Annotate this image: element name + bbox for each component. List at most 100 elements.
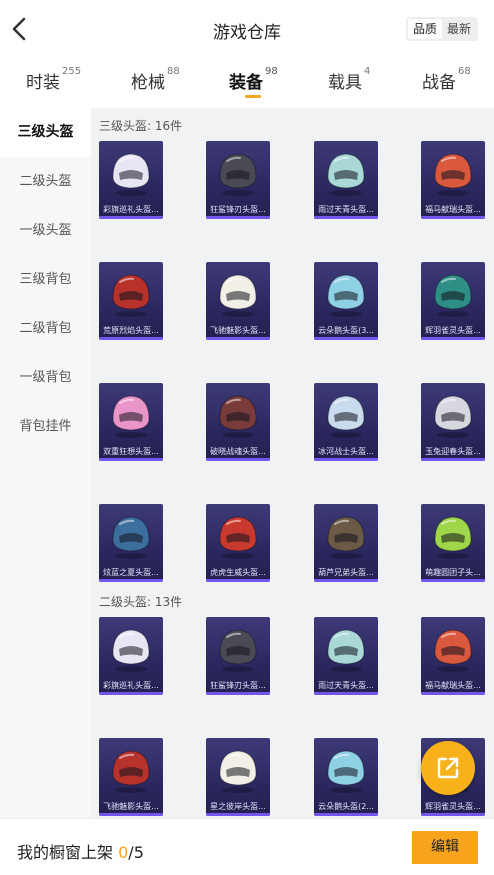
helmet-icon: [327, 395, 365, 438]
item-name: 冰河战士头盔...: [318, 447, 374, 456]
sidebar-item-backpack-charm[interactable]: 背包挂件: [0, 402, 91, 451]
tab-equipment[interactable]: 装备98: [229, 66, 278, 93]
item-card[interactable]: 福马献瑞头盔...: [421, 617, 485, 695]
helmet-icon: [219, 629, 257, 672]
sort-option-latest[interactable]: 最新: [442, 19, 476, 39]
item-card[interactable]: 飞驰魅影头盔...: [99, 738, 163, 816]
sidebar-item-level1-helmet[interactable]: 一级头盔: [0, 206, 91, 255]
item-name: 双重狂想头盔...: [103, 447, 159, 456]
item-card[interactable]: 雨过天青头盔...: [314, 141, 378, 219]
helmet-icon: [327, 274, 365, 317]
helmet-icon: [219, 395, 257, 438]
sidebar: 三级头盔 二级头盔 一级头盔 三级背包 二级背包 一级背包 背包挂件: [0, 108, 91, 818]
item-name: 飞驰魅影头盔...: [103, 802, 159, 811]
helmet-icon: [327, 750, 365, 793]
item-name: 雨过天青头盔...: [318, 205, 374, 214]
item-name: 狂鲨锋刃头盔...: [210, 681, 266, 690]
item-name: 萌趣圆团子头...: [425, 568, 481, 577]
item-card[interactable]: 云朵鹅头盔(2...: [314, 738, 378, 816]
shelf-label: 我的橱窗上架: [17, 843, 114, 862]
header: 游戏仓库 品质 最新: [0, 0, 494, 58]
active-tab-indicator: [245, 95, 261, 98]
item-grid: 三级头盔: 16件 彩旗巡礼头盔... 狂鲨锋刃头盔... 雨过天青头盔... 福马献…: [91, 108, 494, 818]
sidebar-item-level3-helmet[interactable]: 三级头盔: [0, 108, 91, 157]
item-card[interactable]: 萌趣圆团子头...: [421, 504, 485, 582]
share-external-icon: [437, 757, 459, 779]
tab-supplies[interactable]: 战备68: [422, 66, 471, 93]
helmet-icon: [434, 395, 472, 438]
item-card[interactable]: 狂鲨锋刃头盔...: [206, 617, 270, 695]
item-name: 狂鲨锋刃头盔...: [210, 205, 266, 214]
helmet-icon: [112, 153, 150, 196]
helmet-icon: [327, 153, 365, 196]
helmet-icon: [112, 516, 150, 559]
item-card[interactable]: 双重狂想头盔...: [99, 383, 163, 461]
item-card[interactable]: 云朵鹅头盔(3...: [314, 262, 378, 340]
helmet-icon: [112, 274, 150, 317]
item-card[interactable]: 冰河战士头盔...: [314, 383, 378, 461]
tab-weapons[interactable]: 枪械88: [131, 66, 180, 93]
shelf-total: /5: [128, 843, 144, 862]
item-name: 云朵鹅头盔(2...: [318, 802, 374, 811]
helmet-icon: [434, 274, 472, 317]
helmet-icon: [327, 629, 365, 672]
item-name: 彩旗巡礼头盔...: [103, 205, 159, 214]
item-card[interactable]: 炫蓝之夏头盔...: [99, 504, 163, 582]
helmet-icon: [219, 274, 257, 317]
item-name: 破晓战魂头盔...: [210, 447, 266, 456]
edit-button[interactable]: 编辑: [412, 831, 478, 864]
item-name: 雨过天青头盔...: [318, 681, 374, 690]
bottom-bar: 我的橱窗上架 0/5 编辑: [0, 818, 494, 875]
helmet-icon: [219, 750, 257, 793]
item-card[interactable]: 福马献瑞头盔...: [421, 141, 485, 219]
helmet-icon: [434, 153, 472, 196]
item-name: 虎虎生威头盔...: [210, 568, 266, 577]
tab-fashion[interactable]: 时装255: [26, 66, 81, 93]
item-card[interactable]: 荒原烈焰头盔...: [99, 262, 163, 340]
sidebar-item-level2-helmet[interactable]: 二级头盔: [0, 157, 91, 206]
sidebar-item-level2-backpack[interactable]: 二级背包: [0, 304, 91, 353]
helmet-icon: [434, 516, 472, 559]
item-card[interactable]: 狂鲨锋刃头盔...: [206, 141, 270, 219]
item-card[interactable]: 辉羽雀灵头盔...: [421, 262, 485, 340]
tab-vehicles[interactable]: 载具4: [328, 66, 370, 93]
item-name: 炫蓝之夏头盔...: [103, 568, 159, 577]
section-title-level2: 二级头盔: 13件: [99, 595, 183, 609]
category-tabs: 时装255 枪械88 装备98 载具4 战备68: [0, 58, 494, 108]
helmet-icon: [112, 629, 150, 672]
sort-toggle: 品质 最新: [405, 17, 478, 41]
item-name: 云朵鹅头盔(3...: [318, 326, 374, 335]
helmet-icon: [434, 629, 472, 672]
item-card[interactable]: 葫芦兄弟头盔...: [314, 504, 378, 582]
helmet-icon: [112, 395, 150, 438]
sidebar-item-level1-backpack[interactable]: 一级背包: [0, 353, 91, 402]
item-card[interactable]: 星之彼岸头盔...: [206, 738, 270, 816]
shelf-count: 0: [118, 843, 129, 862]
item-name: 福马献瑞头盔...: [425, 205, 481, 214]
item-name: 福马献瑞头盔...: [425, 681, 481, 690]
item-name: 飞驰魅影头盔...: [210, 326, 266, 335]
item-card[interactable]: 破晓战魂头盔...: [206, 383, 270, 461]
item-name: 辉羽雀灵头盔...: [425, 802, 481, 811]
shelf-status: 我的橱窗上架 0/5: [17, 839, 144, 863]
item-name: 彩旗巡礼头盔...: [103, 681, 159, 690]
item-card[interactable]: 彩旗巡礼头盔...: [99, 617, 163, 695]
item-card[interactable]: 彩旗巡礼头盔...: [99, 141, 163, 219]
item-name: 荒原烈焰头盔...: [103, 326, 159, 335]
share-button[interactable]: [421, 741, 475, 795]
helmet-icon: [219, 516, 257, 559]
helmet-icon: [327, 516, 365, 559]
sidebar-item-level3-backpack[interactable]: 三级背包: [0, 255, 91, 304]
item-name: 葫芦兄弟头盔...: [318, 568, 374, 577]
helmet-icon: [219, 153, 257, 196]
section-title-level3: 三级头盔: 16件: [99, 119, 183, 133]
item-card[interactable]: 雨过天青头盔...: [314, 617, 378, 695]
item-card[interactable]: 玉兔迎春头盔...: [421, 383, 485, 461]
item-card[interactable]: 虎虎生威头盔...: [206, 504, 270, 582]
item-name: 玉兔迎春头盔...: [425, 447, 481, 456]
item-name: 辉羽雀灵头盔...: [425, 326, 481, 335]
item-name: 星之彼岸头盔...: [210, 802, 266, 811]
sort-option-quality[interactable]: 品质: [407, 19, 442, 39]
helmet-icon: [112, 750, 150, 793]
item-card[interactable]: 飞驰魅影头盔...: [206, 262, 270, 340]
